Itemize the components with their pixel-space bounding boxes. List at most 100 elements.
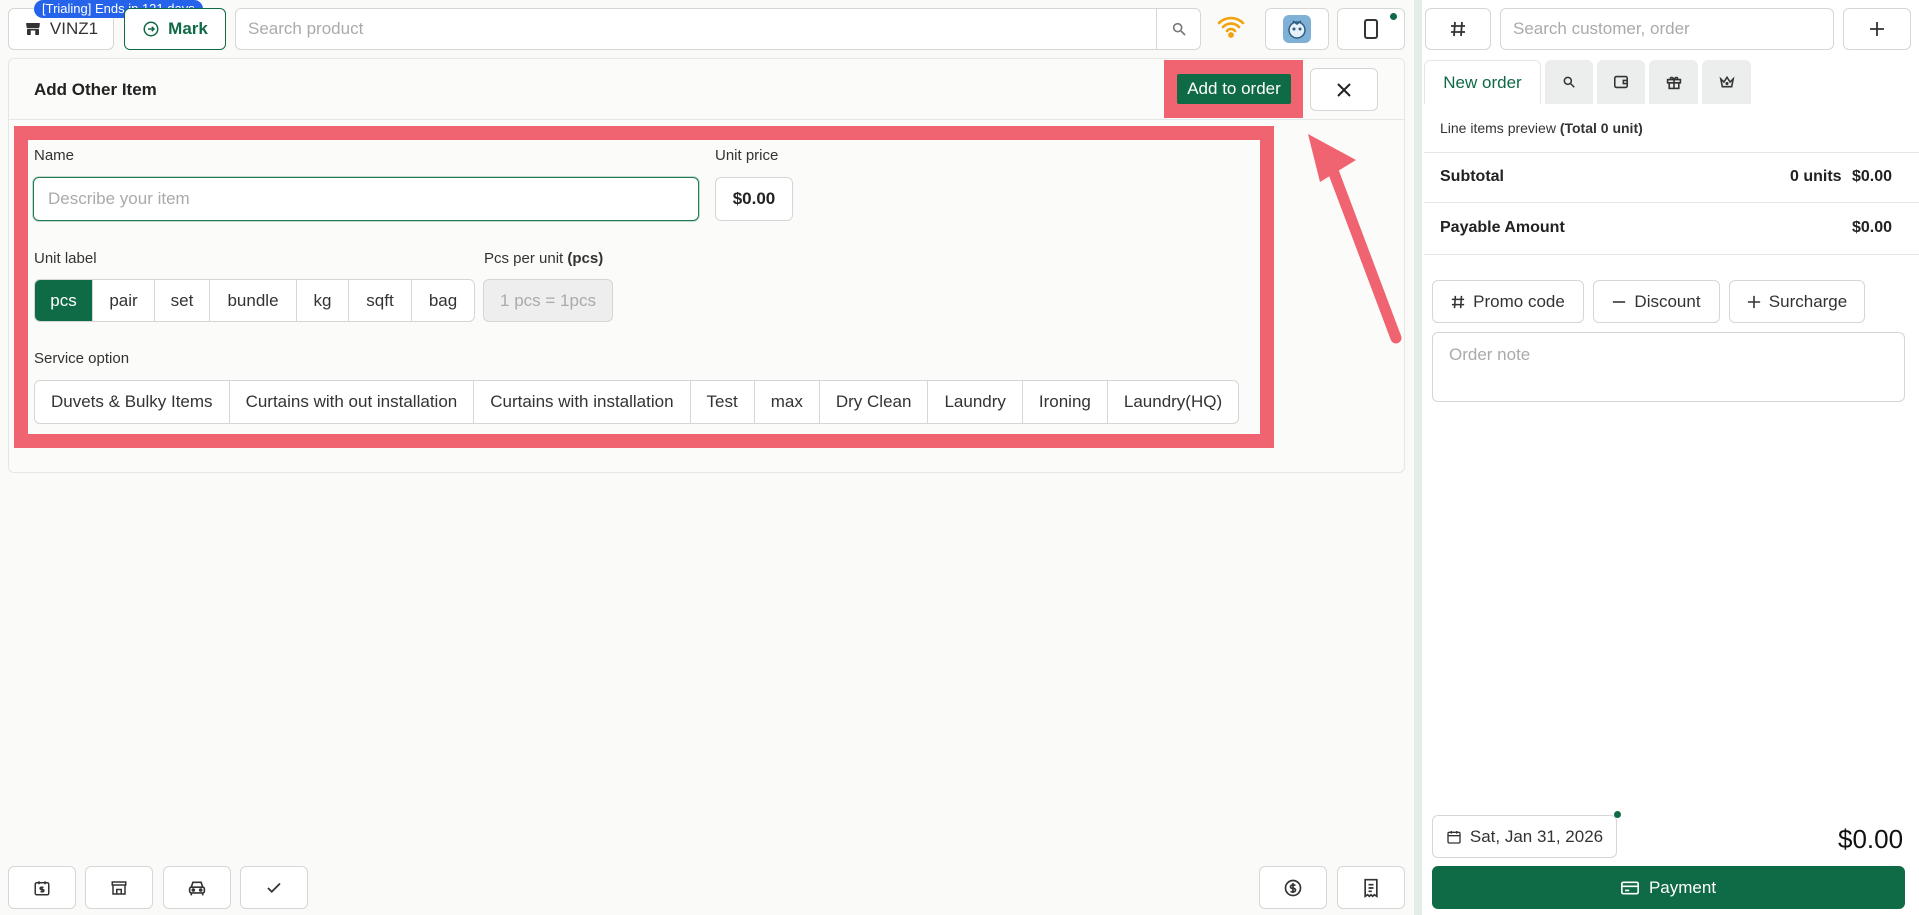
service-option-laundry[interactable]: Laundry <box>928 381 1023 423</box>
order-note-input[interactable] <box>1432 332 1905 402</box>
name-label: Name <box>34 147 75 164</box>
unit-option-pcs[interactable]: pcs <box>35 280 93 321</box>
calendar-icon <box>1446 829 1462 845</box>
pcs-per-unit-input: 1 pcs = 1pcs <box>483 279 613 322</box>
service-option-curtains-with-installation[interactable]: Curtains with installation <box>474 381 691 423</box>
service-option-laundry-hq[interactable]: Laundry(HQ) <box>1108 381 1238 423</box>
tab-search[interactable] <box>1545 60 1593 104</box>
item-name-input[interactable] <box>33 177 699 221</box>
tab-gift[interactable] <box>1649 60 1698 104</box>
preview-total: (Total 0 unit) <box>1559 120 1643 136</box>
search-icon <box>1562 75 1576 89</box>
minus-icon <box>1612 295 1626 309</box>
store-view-button[interactable] <box>85 866 153 909</box>
dollar-circle-icon <box>1283 878 1303 898</box>
car-icon <box>187 879 207 897</box>
wifi-icon <box>1216 14 1246 40</box>
search-icon <box>1171 21 1187 37</box>
unit-option-kg[interactable]: kg <box>297 280 349 321</box>
complete-button[interactable] <box>240 866 308 909</box>
order-date: Sat, Jan 31, 2026 <box>1469 826 1604 846</box>
unit-label-selector: pcs pair set bundle kg sqft bag <box>34 279 475 322</box>
tab-membership[interactable] <box>1702 60 1751 104</box>
calendar-dollar-button[interactable] <box>8 866 76 909</box>
unit-price-input[interactable]: $0.00 <box>715 177 793 221</box>
add-customer-button[interactable] <box>1843 8 1911 50</box>
mark-button[interactable]: Mark <box>124 8 226 50</box>
plus-icon <box>1869 21 1885 37</box>
discount-label: Discount <box>1634 291 1701 311</box>
delivery-button[interactable] <box>163 866 231 909</box>
hash-icon <box>1451 295 1465 309</box>
order-date-button[interactable]: Sat, Jan 31, 2026 <box>1432 815 1617 858</box>
close-icon <box>1336 82 1352 98</box>
payable-amount-label: Payable Amount <box>1440 219 1565 236</box>
payment-button[interactable]: Payment <box>1432 866 1905 909</box>
service-option-dry-clean[interactable]: Dry Clean <box>820 381 929 423</box>
tab-wallet[interactable] <box>1597 60 1645 104</box>
product-search-bar <box>235 8 1201 50</box>
unit-price-label: Unit price <box>715 147 779 164</box>
gift-icon <box>1666 74 1682 90</box>
avatar-icon <box>1283 15 1311 43</box>
service-option-max[interactable]: max <box>755 381 820 423</box>
promo-code-label: Promo code <box>1473 291 1565 311</box>
promo-code-button[interactable]: Promo code <box>1432 280 1584 323</box>
store-name: VINZ1 <box>49 19 99 38</box>
service-option-test[interactable]: Test <box>691 381 755 423</box>
unit-option-bundle[interactable]: bundle <box>210 280 297 321</box>
payment-label: Payment <box>1648 877 1717 897</box>
tab-new-order[interactable]: New order <box>1424 60 1541 104</box>
cash-button[interactable] <box>1259 866 1327 909</box>
divider-line <box>1424 152 1919 153</box>
avatar-button[interactable] <box>1265 8 1329 50</box>
service-option-ironing[interactable]: Ironing <box>1023 381 1108 423</box>
crown-icon <box>1719 75 1735 89</box>
line-items-preview: Line items preview (Total 0 unit) <box>1440 120 1643 136</box>
divider-line <box>1424 202 1919 203</box>
surcharge-label: Surcharge <box>1768 291 1848 311</box>
divider-line <box>1424 254 1919 255</box>
subtotal-label: Subtotal <box>1440 168 1504 185</box>
discount-button[interactable]: Discount <box>1593 280 1720 323</box>
unit-option-set[interactable]: set <box>155 280 210 321</box>
panel-divider[interactable] <box>1414 0 1422 915</box>
order-total: $0.00 <box>1838 824 1904 854</box>
payable-amount: $0.00 <box>1852 219 1893 236</box>
dialog-title: Add Other Item <box>34 80 157 99</box>
product-search-button[interactable] <box>1156 9 1200 49</box>
plus-icon <box>1747 295 1761 309</box>
pcs-per-unit-text: Pcs per unit <box>484 250 564 267</box>
product-search-input[interactable] <box>236 9 1156 49</box>
service-option-label: Service option <box>34 350 130 367</box>
credit-card-icon <box>1620 880 1639 895</box>
pcs-per-unit-unit: (pcs) <box>567 250 604 267</box>
date-status-dot <box>1614 811 1621 818</box>
check-icon <box>265 879 283 897</box>
unit-option-pair[interactable]: pair <box>93 280 155 321</box>
tablet-icon <box>1363 19 1379 39</box>
sign-in-icon <box>142 20 160 38</box>
receipt-button[interactable] <box>1337 866 1405 909</box>
close-button[interactable] <box>1310 68 1378 111</box>
annotation-arrow <box>1290 120 1402 352</box>
preview-label: Line items preview <box>1440 120 1556 136</box>
unit-option-bag[interactable]: bag <box>412 280 474 321</box>
store-icon <box>110 879 128 897</box>
service-option-curtains-without-installation[interactable]: Curtains with out installation <box>230 381 475 423</box>
order-number-button[interactable] <box>1425 8 1491 50</box>
subtotal-amount: $0.00 <box>1852 168 1893 185</box>
add-to-order-button[interactable]: Add to order <box>1177 74 1291 104</box>
device-status-dot <box>1390 13 1397 20</box>
service-option-duvets[interactable]: Duvets & Bulky Items <box>35 381 230 423</box>
store-icon <box>24 20 42 38</box>
mark-label: Mark <box>168 19 208 38</box>
customer-search-input[interactable] <box>1500 8 1834 50</box>
calendar-dollar-icon <box>33 879 51 897</box>
surcharge-button[interactable]: Surcharge <box>1729 280 1865 323</box>
order-panel <box>1422 0 1919 915</box>
receipt-icon <box>1362 878 1380 898</box>
hash-icon <box>1450 21 1466 37</box>
unit-option-sqft[interactable]: sqft <box>349 280 412 321</box>
subtotal-units: 0 units <box>1790 168 1842 185</box>
